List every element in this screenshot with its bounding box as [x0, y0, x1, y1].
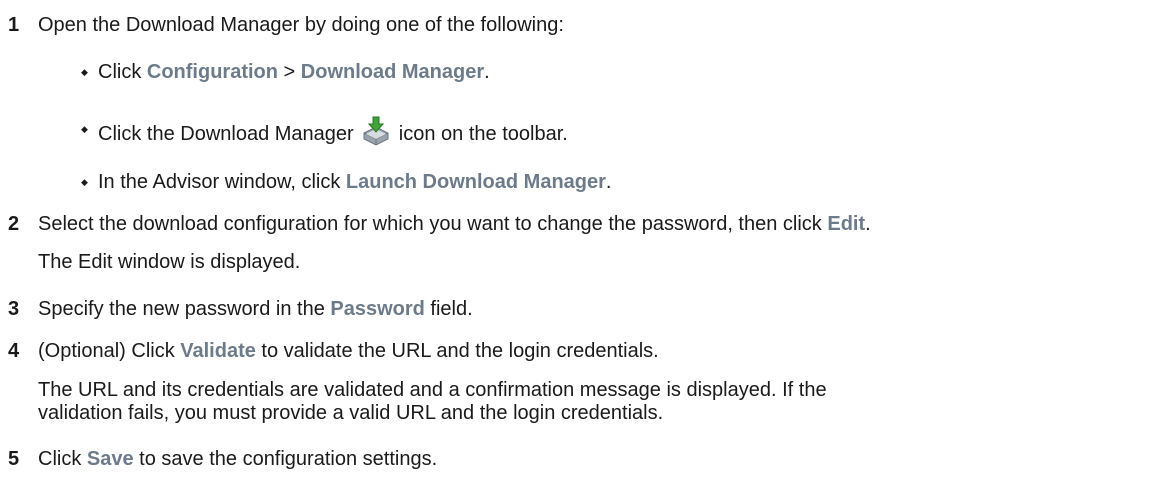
step-text-post: field. — [424, 298, 473, 320]
bullet-text: Click the Download Manager icon on the t… — [98, 116, 568, 147]
step-number: 3 — [8, 298, 20, 320]
step-text: Specify the new password in the Password… — [38, 296, 473, 322]
step-text-pre: Click — [38, 448, 87, 470]
bullet-icon: ◆ — [81, 124, 88, 134]
step-text: Select the download configuration for wh… — [38, 211, 871, 237]
step-5: 5 Click Save to save the configuration s… — [0, 446, 1149, 472]
download-manager-menu-link[interactable]: Download Manager — [301, 61, 484, 83]
launch-download-manager-link[interactable]: Launch Download Manager — [346, 171, 606, 193]
step-note-line-2: validation fails, you must provide a val… — [38, 402, 664, 424]
step-3: 3 Specify the new password in the Passwo… — [0, 296, 1149, 322]
save-button-ref[interactable]: Save — [87, 448, 134, 470]
step-text: (Optional) Click Validate to validate th… — [38, 338, 659, 364]
bullet-icon: ◆ — [81, 177, 88, 187]
bullet-item: ◆ Click the Download Manager icon on the… — [0, 114, 1149, 147]
step-number: 4 — [8, 340, 20, 362]
bullet-text: In the Advisor window, click Launch Down… — [98, 169, 611, 195]
step-text: Open the Download Manager by doing one o… — [38, 14, 564, 36]
step-2: 2 Select the download configuration for … — [0, 211, 1149, 237]
download-manager-icon — [361, 116, 391, 146]
edit-button-ref[interactable]: Edit — [827, 213, 865, 235]
step-text-pre: Specify the new password in the — [38, 298, 331, 320]
bullet-item: ◆ In the Advisor window, click Launch Do… — [0, 169, 1149, 195]
bullet-text: Click Configuration > Download Manager. — [98, 59, 490, 85]
bullet-text-post: . — [605, 171, 612, 193]
password-field-ref[interactable]: Password — [330, 298, 424, 320]
bullet-text-pre: In the Advisor window, click — [98, 171, 346, 193]
step-text-pre: (Optional) Click — [38, 340, 181, 362]
step-text-pre: Select the download configuration for wh… — [38, 213, 828, 235]
step-text-post: . — [865, 213, 871, 235]
bullet-text-post: icon on the toolbar. — [393, 123, 568, 145]
step-text: Click Save to save the configuration set… — [38, 446, 437, 472]
step-1: 1 Open the Download Manager by doing one… — [0, 12, 1149, 38]
step-number: 1 — [8, 14, 20, 36]
bullet-icon: ◆ — [81, 67, 88, 77]
validate-button-ref[interactable]: Validate — [180, 340, 256, 362]
bullet-item: ◆ Click Configuration > Download Manager… — [0, 59, 1149, 85]
step-note: The Edit window is displayed. — [38, 251, 301, 273]
step-4: 4 (Optional) Click Validate to validate … — [0, 338, 1149, 364]
menu-separator: > — [277, 61, 301, 83]
step-number: 5 — [8, 448, 20, 470]
step-text-post: to save the configuration settings. — [133, 448, 438, 470]
step-text-post: to validate the URL and the login creden… — [255, 340, 659, 362]
bullet-text-pre: Click — [98, 61, 147, 83]
bullet-text-post: . — [484, 61, 490, 83]
step-number: 2 — [8, 213, 20, 235]
configuration-menu-link[interactable]: Configuration — [147, 61, 278, 83]
bullet-text-pre: Click the Download Manager — [98, 123, 360, 145]
